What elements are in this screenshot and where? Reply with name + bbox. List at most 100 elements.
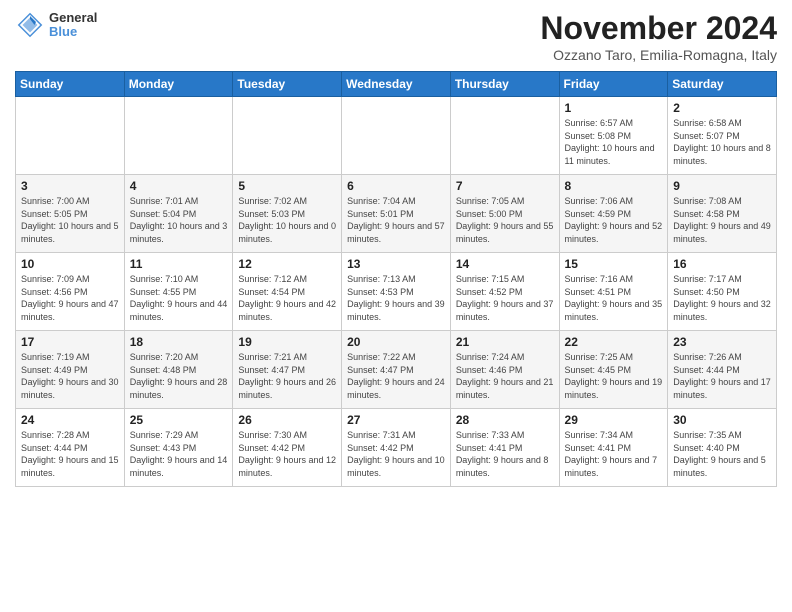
cell-4-6: 30 Sunrise: 7:35 AM Sunset: 4:40 PM Dayli… (668, 409, 777, 487)
day-info: Sunrise: 7:22 AM Sunset: 4:47 PM Dayligh… (347, 351, 445, 401)
cell-1-5: 8 Sunrise: 7:06 AM Sunset: 4:59 PM Daylig… (559, 175, 668, 253)
day-number: 28 (456, 413, 554, 427)
day-info: Sunrise: 7:20 AM Sunset: 4:48 PM Dayligh… (130, 351, 228, 401)
day-info: Sunrise: 7:01 AM Sunset: 5:04 PM Dayligh… (130, 195, 228, 245)
week-row-5: 24 Sunrise: 7:28 AM Sunset: 4:44 PM Dayli… (16, 409, 777, 487)
cell-4-1: 25Sunrise: 7:29 AM Sunset: 4:43 PM Dayli… (124, 409, 233, 487)
day-number: 30 (673, 413, 771, 427)
day-number: 26 (238, 413, 336, 427)
col-sunday: Sunday (16, 72, 125, 97)
logo-text: General Blue (49, 11, 97, 40)
cell-2-6: 16Sunrise: 7:17 AM Sunset: 4:50 PM Dayli… (668, 253, 777, 331)
week-row-1: 1 Sunrise: 6:57 AM Sunset: 5:08 PM Daylig… (16, 97, 777, 175)
day-info: Sunrise: 7:21 AM Sunset: 4:47 PM Dayligh… (238, 351, 336, 401)
day-info: Sunrise: 7:26 AM Sunset: 4:44 PM Dayligh… (673, 351, 771, 401)
cell-0-0 (16, 97, 125, 175)
cell-4-5: 29 Sunrise: 7:34 AM Sunset: 4:41 PM Dayli… (559, 409, 668, 487)
day-number: 10 (21, 257, 119, 271)
day-number: 12 (238, 257, 336, 271)
logo-line2: Blue (49, 25, 97, 39)
day-info: Sunrise: 7:25 AM Sunset: 4:45 PM Dayligh… (565, 351, 663, 401)
title-block: November 2024 Ozzano Taro, Emilia-Romagn… (540, 10, 777, 63)
day-info: Sunrise: 7:31 AM Sunset: 4:42 PM Dayligh… (347, 429, 445, 479)
day-info: Sunrise: 7:12 AM Sunset: 4:54 PM Dayligh… (238, 273, 336, 323)
day-info: Sunrise: 7:15 AM Sunset: 4:52 PM Dayligh… (456, 273, 554, 323)
col-wednesday: Wednesday (342, 72, 451, 97)
page-container: General Blue November 2024 Ozzano Taro, … (0, 0, 792, 497)
cell-1-4: 7Sunrise: 7:05 AM Sunset: 5:00 PM Daylig… (450, 175, 559, 253)
day-number: 16 (673, 257, 771, 271)
day-info: Sunrise: 7:10 AM Sunset: 4:55 PM Dayligh… (130, 273, 228, 323)
day-info: Sunrise: 7:04 AM Sunset: 5:01 PM Dayligh… (347, 195, 445, 245)
day-info: Sunrise: 7:02 AM Sunset: 5:03 PM Dayligh… (238, 195, 336, 245)
day-number: 18 (130, 335, 228, 349)
page-header: General Blue November 2024 Ozzano Taro, … (15, 10, 777, 63)
header-row: Sunday Monday Tuesday Wednesday Thursday… (16, 72, 777, 97)
day-info: Sunrise: 7:13 AM Sunset: 4:53 PM Dayligh… (347, 273, 445, 323)
cell-2-1: 11Sunrise: 7:10 AM Sunset: 4:55 PM Dayli… (124, 253, 233, 331)
week-row-3: 10 Sunrise: 7:09 AM Sunset: 4:56 PM Dayli… (16, 253, 777, 331)
cell-1-0: 3 Sunrise: 7:00 AM Sunset: 5:05 PM Daylig… (16, 175, 125, 253)
day-number: 2 (673, 101, 771, 115)
cell-4-4: 28 Sunrise: 7:33 AM Sunset: 4:41 PM Dayli… (450, 409, 559, 487)
day-info: Sunrise: 7:06 AM Sunset: 4:59 PM Dayligh… (565, 195, 663, 245)
cell-2-3: 13 Sunrise: 7:13 AM Sunset: 4:53 PM Dayli… (342, 253, 451, 331)
day-number: 8 (565, 179, 663, 193)
calendar-table: Sunday Monday Tuesday Wednesday Thursday… (15, 71, 777, 487)
day-number: 20 (347, 335, 445, 349)
week-row-4: 17 Sunrise: 7:19 AM Sunset: 4:49 PM Dayli… (16, 331, 777, 409)
col-saturday: Saturday (668, 72, 777, 97)
week-row-2: 3 Sunrise: 7:00 AM Sunset: 5:05 PM Daylig… (16, 175, 777, 253)
logo: General Blue (15, 10, 97, 40)
cell-3-2: 19 Sunrise: 7:21 AM Sunset: 4:47 PM Dayli… (233, 331, 342, 409)
month-title: November 2024 (540, 10, 777, 47)
day-info: Sunrise: 7:28 AM Sunset: 4:44 PM Dayligh… (21, 429, 119, 479)
cell-1-1: 4Sunrise: 7:01 AM Sunset: 5:04 PM Daylig… (124, 175, 233, 253)
cell-0-4 (450, 97, 559, 175)
day-number: 1 (565, 101, 663, 115)
day-number: 5 (238, 179, 336, 193)
cell-4-2: 26 Sunrise: 7:30 AM Sunset: 4:42 PM Dayli… (233, 409, 342, 487)
cell-1-6: 9Sunrise: 7:08 AM Sunset: 4:58 PM Daylig… (668, 175, 777, 253)
cell-4-3: 27 Sunrise: 7:31 AM Sunset: 4:42 PM Dayli… (342, 409, 451, 487)
day-info: Sunrise: 7:19 AM Sunset: 4:49 PM Dayligh… (21, 351, 119, 401)
logo-icon (15, 10, 45, 40)
day-number: 21 (456, 335, 554, 349)
col-monday: Monday (124, 72, 233, 97)
day-number: 24 (21, 413, 119, 427)
day-info: Sunrise: 7:35 AM Sunset: 4:40 PM Dayligh… (673, 429, 771, 479)
day-number: 13 (347, 257, 445, 271)
cell-1-2: 5 Sunrise: 7:02 AM Sunset: 5:03 PM Daylig… (233, 175, 342, 253)
col-thursday: Thursday (450, 72, 559, 97)
cell-0-2 (233, 97, 342, 175)
cell-2-2: 12 Sunrise: 7:12 AM Sunset: 4:54 PM Dayli… (233, 253, 342, 331)
day-info: Sunrise: 7:09 AM Sunset: 4:56 PM Dayligh… (21, 273, 119, 323)
day-number: 29 (565, 413, 663, 427)
cell-1-3: 6 Sunrise: 7:04 AM Sunset: 5:01 PM Daylig… (342, 175, 451, 253)
day-number: 3 (21, 179, 119, 193)
day-number: 17 (21, 335, 119, 349)
cell-3-5: 22 Sunrise: 7:25 AM Sunset: 4:45 PM Dayli… (559, 331, 668, 409)
cell-3-4: 21 Sunrise: 7:24 AM Sunset: 4:46 PM Dayli… (450, 331, 559, 409)
day-number: 22 (565, 335, 663, 349)
day-info: Sunrise: 7:16 AM Sunset: 4:51 PM Dayligh… (565, 273, 663, 323)
cell-0-5: 1 Sunrise: 6:57 AM Sunset: 5:08 PM Daylig… (559, 97, 668, 175)
day-info: Sunrise: 7:30 AM Sunset: 4:42 PM Dayligh… (238, 429, 336, 479)
location: Ozzano Taro, Emilia-Romagna, Italy (540, 47, 777, 63)
day-info: Sunrise: 7:00 AM Sunset: 5:05 PM Dayligh… (21, 195, 119, 245)
day-number: 7 (456, 179, 554, 193)
day-number: 27 (347, 413, 445, 427)
cell-3-1: 18 Sunrise: 7:20 AM Sunset: 4:48 PM Dayli… (124, 331, 233, 409)
cell-2-4: 14 Sunrise: 7:15 AM Sunset: 4:52 PM Dayli… (450, 253, 559, 331)
day-number: 14 (456, 257, 554, 271)
cell-4-0: 24 Sunrise: 7:28 AM Sunset: 4:44 PM Dayli… (16, 409, 125, 487)
day-info: Sunrise: 6:57 AM Sunset: 5:08 PM Dayligh… (565, 117, 663, 167)
day-info: Sunrise: 7:24 AM Sunset: 4:46 PM Dayligh… (456, 351, 554, 401)
day-number: 25 (130, 413, 228, 427)
cell-3-6: 23Sunrise: 7:26 AM Sunset: 4:44 PM Dayli… (668, 331, 777, 409)
day-number: 6 (347, 179, 445, 193)
calendar-header: Sunday Monday Tuesday Wednesday Thursday… (16, 72, 777, 97)
day-info: Sunrise: 7:33 AM Sunset: 4:41 PM Dayligh… (456, 429, 554, 479)
day-info: Sunrise: 7:34 AM Sunset: 4:41 PM Dayligh… (565, 429, 663, 479)
day-number: 19 (238, 335, 336, 349)
